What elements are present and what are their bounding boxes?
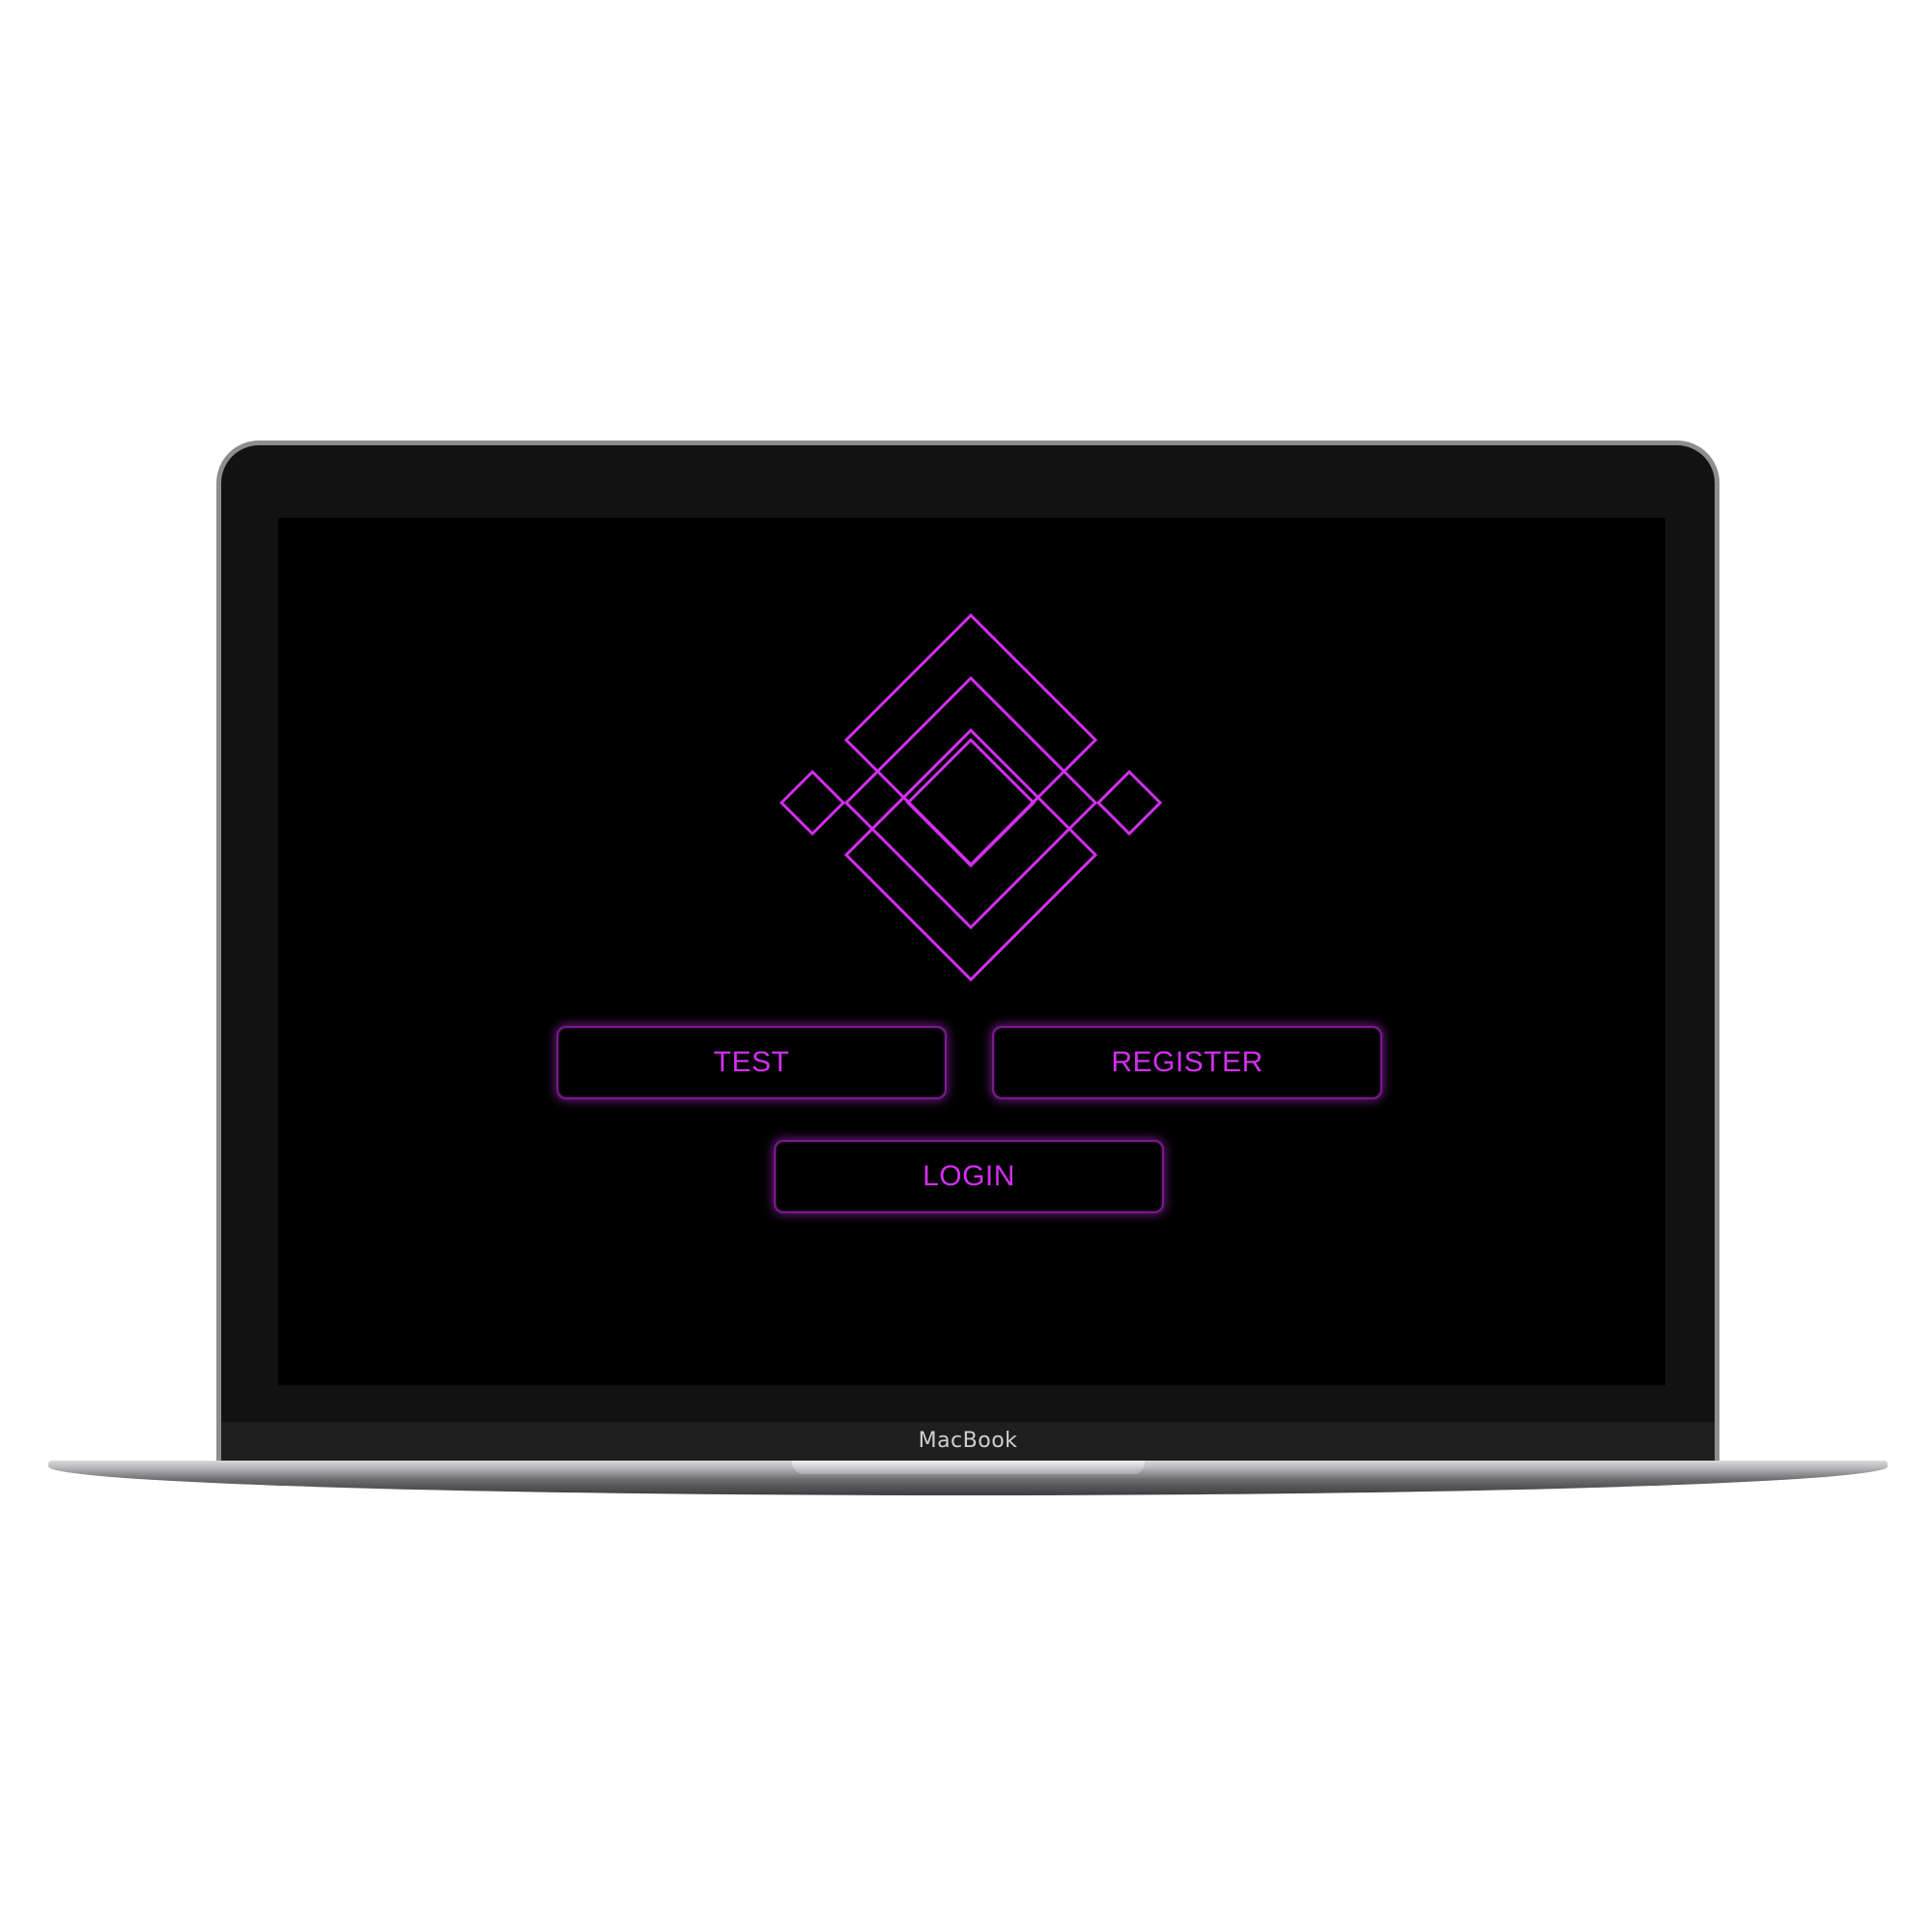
laptop-hinge-notch	[792, 1461, 1145, 1474]
brand-label: MacBook	[918, 1429, 1018, 1453]
geometric-diamond-logo-icon	[779, 612, 1163, 982]
test-button[interactable]: TEST	[556, 1026, 947, 1099]
login-button[interactable]: LOGIN	[774, 1140, 1164, 1213]
register-button[interactable]: REGISTER	[992, 1026, 1382, 1099]
laptop-chin: MacBook	[221, 1422, 1715, 1461]
app-screen: TEST REGISTER LOGIN	[278, 518, 1665, 1385]
laptop-mockup: MacBook TEST REGISTER LOGIN	[0, 0, 1932, 1932]
